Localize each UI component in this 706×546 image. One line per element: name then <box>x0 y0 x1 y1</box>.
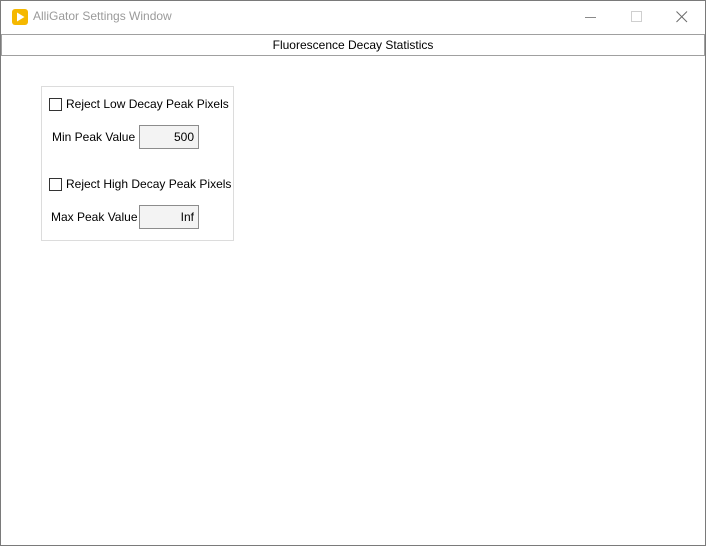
max-peak-label: Max Peak Value <box>51 210 138 224</box>
reject-high-label[interactable]: Reject High Decay Peak Pixels <box>66 177 231 192</box>
maximize-icon <box>631 11 642 22</box>
minimize-button[interactable] <box>568 1 614 33</box>
min-peak-label: Min Peak Value <box>52 130 136 144</box>
reject-low-label[interactable]: Reject Low Decay Peak Pixels <box>66 97 229 112</box>
title-bar[interactable]: AlliGator Settings Window <box>1 1 705 33</box>
decay-peak-group: Reject Low Decay Peak Pixels Min Peak Va… <box>41 86 234 241</box>
settings-window: AlliGator Settings Window Fluorescence D… <box>0 0 706 546</box>
reject-high-checkbox[interactable] <box>49 178 62 191</box>
maximize-button[interactable] <box>614 1 660 33</box>
window-title: AlliGator Settings Window <box>33 9 172 23</box>
min-peak-input[interactable] <box>139 125 199 149</box>
close-icon <box>676 11 688 23</box>
minimize-icon <box>585 17 596 18</box>
close-button[interactable] <box>659 1 705 33</box>
play-icon <box>12 9 28 25</box>
section-title: Fluorescence Decay Statistics <box>1 34 705 56</box>
max-peak-input[interactable] <box>139 205 199 229</box>
reject-low-checkbox[interactable] <box>49 98 62 111</box>
